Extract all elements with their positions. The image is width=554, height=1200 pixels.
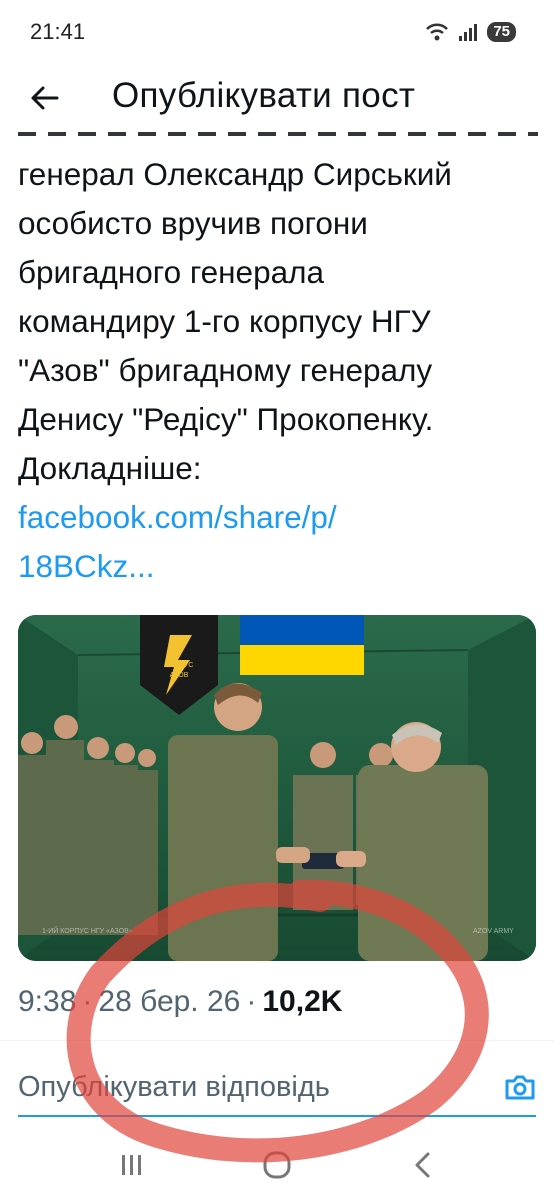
wifi-icon <box>426 23 449 41</box>
back-button[interactable] <box>22 76 66 120</box>
clipped-text-line <box>18 126 538 138</box>
view-count[interactable]: 10,2K <box>262 985 342 1019</box>
post-line: бригадного генерала <box>18 254 325 290</box>
ceremony-photo: КОРПУС АЗОВ 1-ИЙ КОРПУС НГУ «АЗОВ» AZOV … <box>18 615 536 961</box>
post-line: Денису "Редісу" Прокопенку. <box>18 401 434 437</box>
meta-separator: · <box>82 985 93 1018</box>
soldier-receiving <box>168 735 278 961</box>
home-button[interactable] <box>247 1140 307 1190</box>
post-date: 28 бер. 26 <box>98 985 241 1018</box>
status-time: 21:41 <box>30 19 86 44</box>
post-line: командиру 1-го корпусу НГУ <box>18 303 431 339</box>
reply-bar: Опублікувати відповідь <box>18 1065 536 1109</box>
back-icon <box>415 1152 430 1178</box>
reply-focus-line <box>18 1115 536 1117</box>
post-line: "Азов" бригадному генералу <box>18 352 433 388</box>
post-line: генерал Олександр Сирський <box>18 156 452 192</box>
svg-text:AZOV ARMY: AZOV ARMY <box>473 928 514 935</box>
post-link-continued[interactable]: 18BCkz... <box>18 542 538 591</box>
reply-input[interactable]: Опублікувати відповідь <box>18 1071 330 1104</box>
home-icon <box>263 1151 291 1179</box>
post-meta: 9:38 · 28 бер. 26 · 10,2K <box>18 985 342 1019</box>
battery-level: 75 <box>487 22 516 42</box>
general-presenting <box>358 765 488 961</box>
post-time: 9:38 <box>18 985 77 1018</box>
post-line: особисто вручив погони <box>18 205 368 241</box>
post-text: генерал Олександр Сирський особисто вруч… <box>18 150 538 591</box>
status-bar: 21:41 75 <box>0 0 554 64</box>
camera-icon[interactable] <box>504 1073 536 1101</box>
status-icons: 75 <box>425 22 516 42</box>
svg-text:АЗОВ: АЗОВ <box>170 672 189 679</box>
signal-icon <box>459 24 478 41</box>
post-line: Докладніше: <box>18 450 202 486</box>
recent-apps-icon <box>122 1155 142 1175</box>
recent-apps-button[interactable] <box>102 1140 162 1190</box>
system-nav-bar <box>0 1130 554 1200</box>
back-nav-button[interactable] <box>392 1140 452 1190</box>
svg-text:1-ИЙ КОРПУС НГУ «АЗОВ»: 1-ИЙ КОРПУС НГУ «АЗОВ» <box>42 926 133 935</box>
divider <box>0 1040 554 1041</box>
page-title: Опублікувати пост <box>112 76 416 115</box>
flag-blue <box>240 615 364 645</box>
meta-separator: · <box>246 985 257 1018</box>
flag-yellow <box>240 645 364 675</box>
post-link[interactable]: facebook.com/share/p/ <box>18 493 538 542</box>
arrow-left-icon <box>31 86 59 110</box>
post-image[interactable]: КОРПУС АЗОВ 1-ИЙ КОРПУС НГУ «АЗОВ» AZOV … <box>18 615 536 961</box>
svg-text:КОРПУС: КОРПУС <box>165 662 194 669</box>
app-header: Опублікувати пост <box>0 64 554 132</box>
